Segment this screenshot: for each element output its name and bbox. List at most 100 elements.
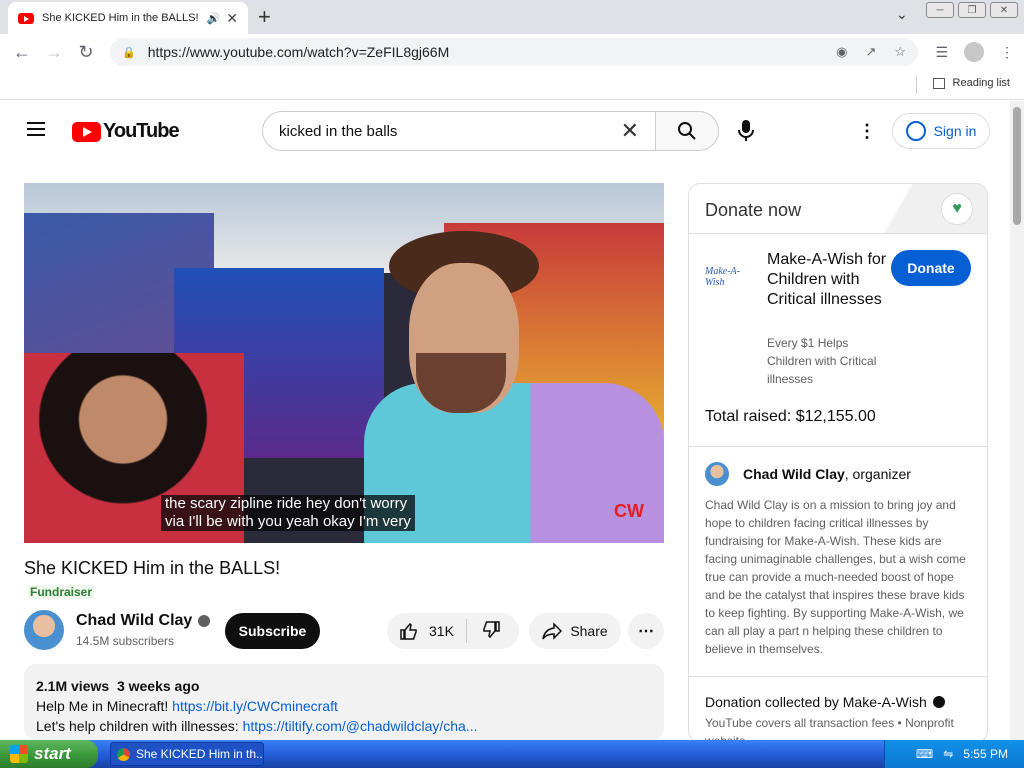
video-player[interactable]: the scary zipline ride hey don't worry v… xyxy=(24,183,664,543)
thumbs-up-icon xyxy=(400,622,417,640)
channel-name-row[interactable]: Chad Wild Clay xyxy=(76,612,211,630)
address-bar[interactable]: 🔒 https://www.youtube.com/watch?v=ZeFIL8… xyxy=(110,38,918,66)
like-count: 31K xyxy=(429,623,454,639)
browser-tab-bar: She KICKED Him in the BALLS! 🔊 ✕ + ⌄ ─ ❐… xyxy=(0,0,1024,34)
view-count: 2.1M views xyxy=(36,678,110,694)
bookmarks-bar: Reading list xyxy=(0,70,1024,100)
sign-in-label: Sign in xyxy=(933,123,977,139)
windows-flag-icon xyxy=(10,745,28,763)
reload-icon[interactable]: ↻ xyxy=(70,42,102,63)
bookmarks-divider xyxy=(916,76,917,94)
voice-search-mic-icon[interactable] xyxy=(736,119,756,148)
search-button[interactable] xyxy=(655,111,719,151)
donate-header: Donate now ♥ xyxy=(689,184,987,234)
back-icon[interactable]: ← xyxy=(6,42,38,63)
chrome-icon xyxy=(117,747,130,761)
forward-icon[interactable]: → xyxy=(38,42,70,63)
reading-list-label: Reading list xyxy=(952,77,1010,89)
new-tab-icon[interactable]: + xyxy=(258,4,271,30)
like-button[interactable]: 31K xyxy=(387,619,467,643)
profile-icon[interactable] xyxy=(964,42,984,62)
organizer-name: Chad Wild Clay xyxy=(743,466,845,482)
url-text[interactable]: https://www.youtube.com/watch?v=ZeFIL8gj… xyxy=(148,44,818,60)
close-window-icon[interactable]: ✕ xyxy=(990,2,1018,18)
youtube-wordmark: YouTube xyxy=(103,120,180,142)
heart-icon: ♥ xyxy=(941,193,973,225)
tab-search-chevron-icon[interactable]: ⌄ xyxy=(896,6,908,23)
scrollbar-thumb[interactable] xyxy=(1013,107,1021,225)
chrome-menu-icon[interactable]: ⋮ xyxy=(1000,44,1014,61)
keyboard-icon[interactable]: ⌨ xyxy=(916,747,933,761)
like-dislike-group: 31K xyxy=(387,613,519,649)
share-page-icon[interactable]: ↗ xyxy=(865,44,876,60)
search-query-text[interactable]: kicked in the balls xyxy=(279,123,621,140)
page-scrollbar[interactable] xyxy=(1010,101,1024,740)
reading-list-button[interactable]: Reading list xyxy=(932,77,1010,89)
channel-avatar[interactable] xyxy=(24,610,64,650)
taskbar-item-title: She KICKED Him in th... xyxy=(136,747,264,761)
charity-tagline: Every $1 Helps Children with Critical il… xyxy=(767,336,877,386)
more-actions-icon[interactable]: ⋯ xyxy=(628,613,664,649)
dislike-button[interactable] xyxy=(467,620,515,643)
donate-button[interactable]: Donate xyxy=(891,250,971,286)
description-text-1: Help Me in Minecraft! xyxy=(36,698,173,714)
youtube-header: YouTube kicked in the balls ✕ ⋮ Sign in xyxy=(0,101,1010,159)
video-title: She KICKED Him in the BALLS! xyxy=(24,558,281,578)
minecraft-link[interactable]: https://bit.ly/CWCminecraft xyxy=(172,698,338,714)
share-button[interactable]: Share xyxy=(529,613,621,649)
divider xyxy=(689,446,987,447)
start-button[interactable]: start xyxy=(0,740,98,768)
donate-header-title: Donate now xyxy=(705,200,802,220)
fundraiser-tag[interactable]: Fundraiser xyxy=(28,585,95,599)
thumbs-down-icon xyxy=(483,620,500,638)
view-stats: 2.1M views 3 weeks ago xyxy=(36,676,652,696)
collected-by-text: Donation collected by Make-A-Wish xyxy=(705,694,927,710)
organizer-row[interactable]: Chad Wild Clay, organizer xyxy=(705,462,911,486)
make-a-wish-logo: Make-A-Wish xyxy=(705,266,740,288)
youtube-play-icon xyxy=(72,121,101,142)
total-raised: Total raised: $12,155.00 xyxy=(705,408,876,425)
video-description[interactable]: 2.1M views 3 weeks ago Help Me in Minecr… xyxy=(24,664,664,740)
windows-taskbar: start She KICKED Him in th... ⌨ ⇋ 5:55 P… xyxy=(0,740,1024,768)
charity-name: Make-A-Wish for Children with Critical i… xyxy=(767,251,887,308)
media-controls-icon[interactable]: ☰ xyxy=(935,44,948,61)
subscribe-button[interactable]: Subscribe xyxy=(225,613,320,649)
fees-note[interactable]: YouTube covers all transaction fees • No… xyxy=(705,714,975,742)
close-tab-icon[interactable]: ✕ xyxy=(226,10,238,27)
share-label: Share xyxy=(570,623,608,639)
subscriber-count: 14.5M subscribers xyxy=(76,634,175,648)
network-icon[interactable]: ⇋ xyxy=(943,747,953,761)
tiltify-link[interactable]: https://tiltify.com/@chadwildclay/cha... xyxy=(243,718,478,734)
eye-off-icon[interactable]: ◉ xyxy=(836,44,847,60)
organizer-text: Chad Wild Clay, organizer xyxy=(743,466,911,482)
system-tray: ⌨ ⇋ 5:55 PM xyxy=(884,740,1024,768)
search-input[interactable]: kicked in the balls ✕ xyxy=(262,111,656,151)
settings-kebab-icon[interactable]: ⋮ xyxy=(858,121,876,142)
speaker-icon[interactable]: 🔊 xyxy=(207,12,221,25)
channel-watermark[interactable]: CW xyxy=(614,501,644,522)
youtube-favicon-icon xyxy=(18,12,34,24)
restore-icon[interactable]: ❐ xyxy=(958,2,986,18)
upload-age: 3 weeks ago xyxy=(116,678,200,694)
clock[interactable]: 5:55 PM xyxy=(963,747,1008,761)
organizer-role: , organizer xyxy=(844,466,911,482)
sign-in-button[interactable]: Sign in xyxy=(892,113,990,149)
bookmark-star-icon[interactable]: ☆ xyxy=(894,44,906,60)
user-circle-icon xyxy=(905,121,926,141)
start-label: start xyxy=(34,744,71,763)
minimize-icon[interactable]: ─ xyxy=(926,2,954,18)
lock-icon[interactable]: 🔒 xyxy=(122,46,136,59)
youtube-logo[interactable]: YouTube xyxy=(72,120,180,143)
verified-check-icon xyxy=(198,615,211,627)
taskbar-chrome-item[interactable]: She KICKED Him in th... xyxy=(110,742,264,766)
channel-name[interactable]: Chad Wild Clay xyxy=(76,612,192,630)
browser-toolbar: ← → ↻ 🔒 https://www.youtube.com/watch?v=… xyxy=(0,34,1024,70)
collected-by-row: Donation collected by Make-A-Wish xyxy=(705,694,945,710)
clear-search-icon[interactable]: ✕ xyxy=(621,118,639,144)
share-arrow-icon xyxy=(542,622,563,640)
browser-tab[interactable]: She KICKED Him in the BALLS! 🔊 ✕ xyxy=(8,2,248,34)
window-controls: ─ ❐ ✕ xyxy=(926,2,1018,18)
hamburger-menu-icon[interactable] xyxy=(27,122,45,140)
organizer-avatar xyxy=(705,462,729,486)
description-text-2: Let's help children with illnesses: xyxy=(36,718,243,734)
